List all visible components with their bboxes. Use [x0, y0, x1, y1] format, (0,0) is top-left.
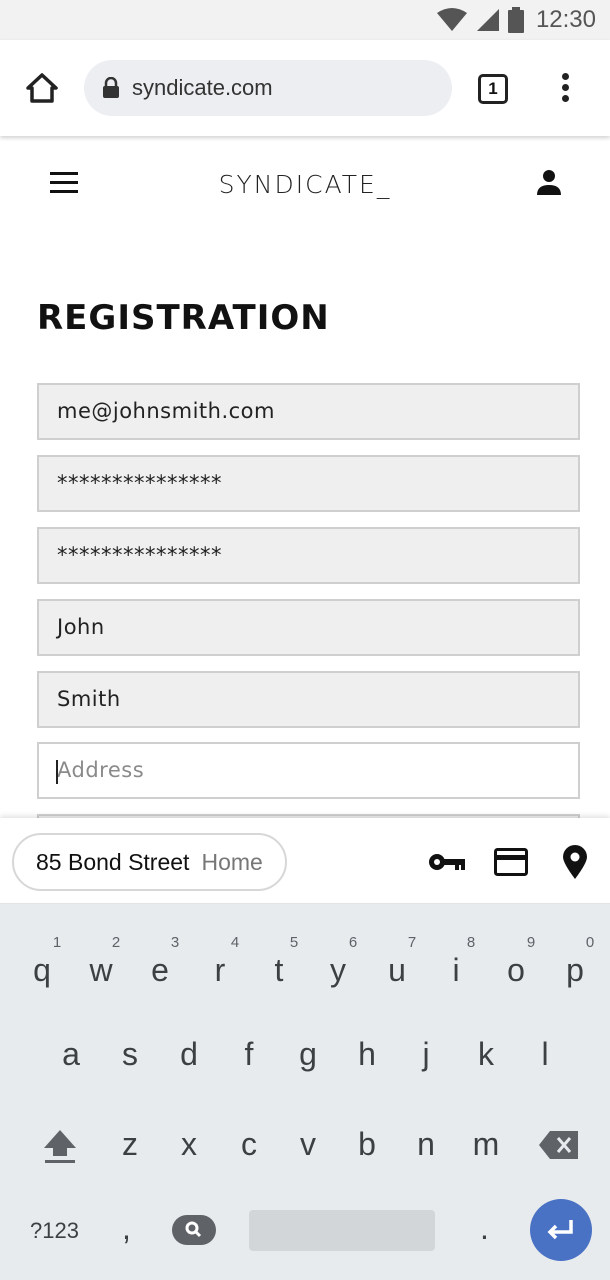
email-field[interactable]: me@johnsmith.com — [37, 383, 580, 440]
url-bar[interactable]: syndicate.com — [84, 60, 452, 116]
first-name-field[interactable]: John — [37, 599, 580, 656]
key-char: a — [62, 1036, 80, 1072]
suggestion-label: Home — [201, 848, 263, 875]
status-icons: 12:30 — [436, 6, 596, 34]
key-icon[interactable] — [428, 852, 466, 872]
key-char: c — [241, 1126, 257, 1162]
site-header: SYNDICATE_ — [0, 136, 610, 232]
site-brand[interactable]: SYNDICATE_ — [0, 170, 610, 199]
status-time: 12:30 — [535, 6, 596, 33]
key-a[interactable]: a — [41, 904, 101, 1072]
key-char: g — [299, 1036, 317, 1072]
account-icon[interactable] — [535, 168, 563, 196]
key-char: n — [417, 1126, 435, 1162]
search-icon — [185, 1221, 202, 1238]
key-char: m — [472, 1126, 500, 1162]
key-char: h — [358, 1036, 376, 1072]
key-m[interactable]: m — [456, 904, 516, 1162]
tab-switcher-button[interactable]: 1 — [478, 74, 508, 104]
browser-toolbar: syndicate.com 1 — [0, 40, 610, 136]
status-bar: 12:30 — [0, 0, 610, 40]
search-key[interactable] — [172, 1215, 216, 1245]
url-text: syndicate.com — [132, 75, 273, 100]
space-key[interactable] — [249, 1210, 435, 1251]
home-icon — [26, 73, 58, 103]
key-char: v — [300, 1126, 316, 1162]
more-vert-icon[interactable] — [554, 70, 576, 110]
cellular-signal-icon — [476, 9, 499, 31]
key-l[interactable]: l — [515, 904, 575, 1072]
tab-switcher-icon-count: 1 — [488, 79, 498, 98]
key-z[interactable]: z — [100, 904, 160, 1162]
shift-icon[interactable] — [40, 1126, 80, 1166]
key-x[interactable]: x — [159, 904, 219, 1162]
battery-icon — [507, 7, 524, 33]
home-button[interactable] — [22, 68, 62, 108]
key-char: j — [422, 1036, 430, 1072]
text-caret — [56, 760, 58, 784]
suggestion-value: 85 Bond Street — [36, 848, 190, 875]
key-char: f — [244, 1036, 254, 1072]
last-name-field[interactable]: Smith — [37, 671, 580, 728]
key-char: d — [180, 1036, 198, 1072]
key-char: x — [181, 1126, 197, 1162]
password-field[interactable]: *************** — [37, 455, 580, 512]
key-char: l — [541, 1036, 549, 1072]
key-char: k — [478, 1036, 494, 1072]
backspace-icon[interactable] — [538, 1130, 580, 1160]
key-v[interactable]: v — [278, 904, 338, 1162]
symbols-key[interactable]: ?123 — [30, 1218, 79, 1244]
confirm-password-field[interactable]: *************** — [37, 527, 580, 584]
period-key[interactable]: . — [480, 1210, 489, 1247]
comma-key[interactable]: , — [122, 1210, 131, 1247]
lock-icon — [103, 77, 119, 98]
address-field[interactable]: Address — [37, 742, 580, 799]
enter-key[interactable] — [530, 1199, 592, 1261]
key-char: b — [358, 1126, 376, 1162]
key-c[interactable]: c — [219, 904, 279, 1162]
credit-card-icon[interactable] — [494, 848, 528, 876]
autofill-bar: 85 Bond Street Home — [0, 818, 610, 904]
enter-icon — [547, 1220, 573, 1240]
key-char: z — [122, 1126, 138, 1162]
soft-keyboard: 1q2w3e4r5t6y7u8i9o0p asdfghjkl zxcvbnm ?… — [0, 904, 610, 1280]
key-char: s — [122, 1036, 138, 1072]
wifi-icon — [436, 8, 467, 31]
address-suggestion-chip[interactable]: 85 Bond Street Home — [12, 833, 287, 891]
location-pin-icon[interactable] — [562, 844, 588, 880]
key-b[interactable]: b — [337, 904, 397, 1162]
key-n[interactable]: n — [396, 904, 456, 1162]
address-placeholder: Address — [57, 758, 145, 782]
page-title: REGISTRATION — [37, 298, 330, 338]
